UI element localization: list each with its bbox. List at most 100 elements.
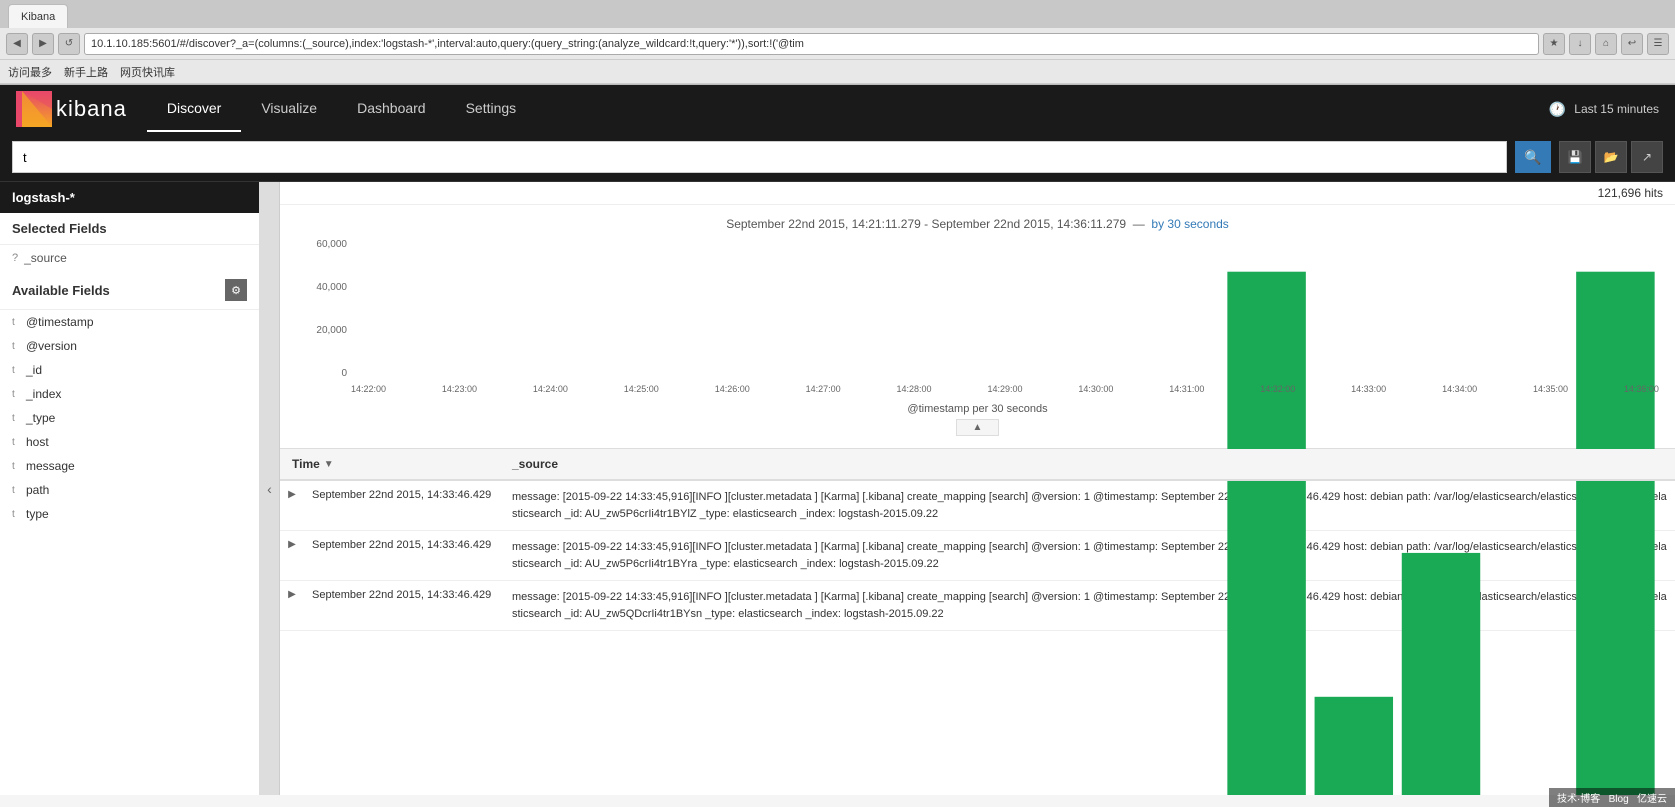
main-layout: logstash-* Selected Fields ? _source Ava… — [0, 182, 1675, 795]
top-bar: 121,696 hits — [280, 182, 1675, 205]
watermark-text-2: Blog — [1609, 794, 1629, 805]
timestamp-field-name: @timestamp — [26, 315, 247, 329]
nav-dashboard[interactable]: Dashboard — [337, 86, 446, 132]
tab-label: Kibana — [21, 11, 55, 23]
share-button[interactable]: ↗ — [1631, 141, 1663, 173]
chart-date-range: September 22nd 2015, 14:21:11.279 - Sept… — [726, 217, 1126, 231]
timestamp-type-badge: t — [12, 317, 20, 328]
field-type-item[interactable]: t type — [0, 502, 259, 526]
search-bar: 🔍 💾 📂 ↗ — [0, 133, 1675, 182]
y-label-0: 60,000 — [316, 239, 347, 250]
y-label-1: 40,000 — [316, 282, 347, 293]
chart-header: September 22nd 2015, 14:21:11.279 - Sept… — [296, 217, 1659, 231]
source-col-label: _source — [512, 457, 558, 471]
y-label-3: 0 — [341, 368, 347, 379]
watermark-text-1: 技术·博客 — [1557, 794, 1600, 805]
nav-right: 🕐 Last 15 minutes — [1549, 101, 1659, 118]
nav-visualize[interactable]: Visualize — [241, 86, 337, 132]
watermark: 技术·博客 Blog 亿速云 — [1549, 788, 1675, 807]
message-field-name: message — [26, 459, 247, 473]
row-expand-button-1[interactable]: ▶ — [280, 481, 304, 530]
nav-items: Discover Visualize Dashboard Settings — [147, 86, 536, 132]
load-button[interactable]: 📂 — [1595, 141, 1627, 173]
toolbar-icon-buttons: 💾 📂 ↗ — [1559, 141, 1663, 173]
nav-settings[interactable]: Settings — [446, 86, 537, 132]
kibana-logo: kibana — [16, 91, 127, 127]
forward-button[interactable]: ▶ — [32, 33, 54, 55]
available-fields-header: Available Fields ⚙ — [0, 271, 259, 310]
time-col-label: Time — [292, 457, 320, 471]
message-type-badge: t — [12, 461, 20, 472]
tab-bar: Kibana — [0, 0, 1675, 28]
index-field-name: _index — [26, 387, 247, 401]
path-field-name: path — [26, 483, 247, 497]
type-item-type-badge: t — [12, 509, 20, 520]
chart-area: September 22nd 2015, 14:21:11.279 - Sept… — [280, 205, 1675, 449]
kibana-logo-icon — [16, 91, 52, 127]
chart-x-axis: 14:22:0014:23:0014:24:0014:25:0014:26:00… — [351, 379, 1659, 399]
sidebar: logstash-* Selected Fields ? _source Ava… — [0, 182, 260, 795]
col-source-header: _source — [512, 457, 1663, 471]
field-id[interactable]: t _id — [0, 358, 259, 382]
hits-count: 121,696 hits — [1598, 186, 1663, 200]
menu-button[interactable]: ☰ — [1647, 33, 1669, 55]
version-field-name: @version — [26, 339, 247, 353]
kibana-app: kibana Discover Visualize Dashboard Sett… — [0, 85, 1675, 795]
source-field: ? _source — [0, 245, 259, 271]
index-pattern[interactable]: logstash-* — [0, 182, 259, 213]
chart-svg — [351, 239, 1659, 795]
kibana-logo-text: kibana — [56, 96, 127, 122]
type-item-field-name: type — [26, 507, 247, 521]
chart-container: 60,000 40,000 20,000 0 14:22:0014:23:001… — [296, 239, 1659, 399]
id-field-name: _id — [26, 363, 247, 377]
bookmark-button[interactable]: ★ — [1543, 33, 1565, 55]
results-header: Time ▼ _source — [280, 449, 1675, 481]
available-fields-label: Available Fields — [12, 283, 110, 298]
field-message[interactable]: t message — [0, 454, 259, 478]
url-bar[interactable] — [84, 33, 1539, 55]
nav-bar: ◀ ▶ ↺ ★ ↓ ⌂ ↩ ☰ — [0, 28, 1675, 60]
sort-icon: ▼ — [324, 459, 334, 470]
bookmark-3[interactable]: 网页快讯库 — [120, 64, 175, 80]
row-expand-button-2[interactable]: ▶ — [280, 531, 304, 580]
history-button[interactable]: ↩ — [1621, 33, 1643, 55]
source-field-name: _source — [24, 251, 67, 265]
bookmark-1[interactable]: 访问最多 — [8, 64, 52, 80]
field-path[interactable]: t path — [0, 478, 259, 502]
save-button[interactable]: 💾 — [1559, 141, 1591, 173]
selected-fields-header: Selected Fields — [0, 213, 259, 245]
nav-discover[interactable]: Discover — [147, 86, 241, 132]
browser-chrome: Kibana ◀ ▶ ↺ ★ ↓ ⌂ ↩ ☰ 访问最多 新手上路 网页快讯库 — [0, 0, 1675, 85]
sidebar-collapse-button[interactable]: ‹ — [260, 182, 280, 795]
row-expand-button-3[interactable]: ▶ — [280, 581, 304, 630]
search-button[interactable]: 🔍 — [1515, 141, 1551, 173]
top-nav: kibana Discover Visualize Dashboard Sett… — [0, 85, 1675, 133]
refresh-button[interactable]: ↺ — [58, 33, 80, 55]
host-field-name: host — [26, 435, 247, 449]
browser-tab[interactable]: Kibana — [8, 4, 68, 28]
home-button[interactable]: ⌂ — [1595, 33, 1617, 55]
field-timestamp[interactable]: t @timestamp — [0, 310, 259, 334]
id-type-badge: t — [12, 365, 20, 376]
fields-gear-button[interactable]: ⚙ — [225, 279, 247, 301]
version-type-badge: t — [12, 341, 20, 352]
bookmark-2[interactable]: 新手上路 — [64, 64, 108, 80]
back-button[interactable]: ◀ — [6, 33, 28, 55]
content-area: 121,696 hits September 22nd 2015, 14:21:… — [280, 182, 1675, 795]
index-type-badge: t — [12, 389, 20, 400]
clock-icon: 🕐 — [1549, 101, 1566, 118]
watermark-text-3: 亿速云 — [1637, 794, 1667, 805]
field-type[interactable]: t _type — [0, 406, 259, 430]
bookmarks-bar: 访问最多 新手上路 网页快讯库 — [0, 60, 1675, 84]
field-version[interactable]: t @version — [0, 334, 259, 358]
col-time-header[interactable]: Time ▼ — [292, 457, 512, 471]
field-host[interactable]: t host — [0, 430, 259, 454]
chart-interval-link[interactable]: by 30 seconds — [1151, 217, 1228, 231]
y-label-2: 20,000 — [316, 325, 347, 336]
field-index[interactable]: t _index — [0, 382, 259, 406]
source-field-icon: ? — [12, 252, 18, 264]
download-button[interactable]: ↓ — [1569, 33, 1591, 55]
search-input[interactable] — [12, 141, 1507, 173]
type-type-badge: t — [12, 413, 20, 424]
time-label[interactable]: Last 15 minutes — [1574, 102, 1659, 116]
